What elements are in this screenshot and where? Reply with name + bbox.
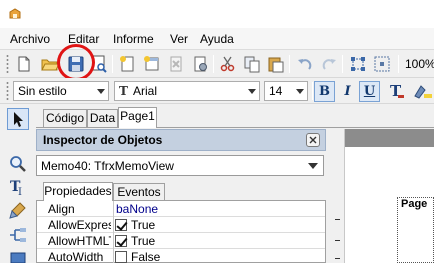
delete-page-icon[interactable] — [166, 54, 186, 74]
chevron-down-icon — [308, 163, 318, 169]
band-title: Page — [401, 198, 428, 210]
font-color-icon[interactable]: T — [387, 81, 407, 101]
menu-ayuda[interactable]: Ayuda — [200, 32, 234, 46]
close-icon — [309, 136, 317, 144]
band-tool-icon[interactable] — [8, 225, 28, 245]
app-icon — [9, 8, 21, 19]
truetype-font-icon: T — [119, 84, 128, 98]
font-size-combo[interactable]: 14 — [264, 81, 308, 101]
zoom-tool-icon[interactable] — [8, 154, 28, 174]
font-combo[interactable]: T Arial — [114, 81, 260, 101]
redo-icon[interactable] — [319, 54, 339, 74]
toolbar-separator — [289, 55, 290, 73]
cursor-arrow-icon — [14, 112, 23, 127]
menu-ver[interactable]: Ver — [170, 32, 188, 46]
inspector-header: Inspector de Objetos — [36, 129, 326, 151]
property-name: AutoWidth — [48, 250, 104, 263]
tab-propiedades[interactable]: Propiedades — [43, 182, 113, 201]
style-combo-value: Sin estilo — [18, 84, 67, 98]
style-combo[interactable]: Sin estilo — [13, 81, 109, 101]
object-selector[interactable]: Memo40: TfrxMemoView — [36, 155, 324, 176]
property-checkbox[interactable] — [115, 219, 127, 231]
chevron-down-icon — [296, 89, 304, 94]
vertical-ruler — [329, 129, 345, 263]
new-page-icon[interactable] — [117, 54, 137, 74]
tab-data[interactable]: Data — [87, 109, 118, 128]
svg-text:I: I — [18, 187, 22, 197]
property-divider — [113, 233, 114, 249]
object-tools-column: T I — [0, 104, 33, 263]
cut-icon[interactable] — [218, 54, 238, 74]
toolbar-separator — [213, 55, 214, 73]
tab-strip-border — [36, 127, 434, 128]
toolbar-separator — [112, 55, 113, 73]
new-report-icon[interactable] — [14, 54, 34, 74]
property-grid: Align baNone AllowExpressions True Allow… — [36, 200, 326, 263]
chevron-down-icon — [248, 89, 256, 94]
tab-page1[interactable]: Page1 — [118, 107, 157, 128]
toolbar-separator — [398, 55, 399, 73]
property-divider — [113, 201, 114, 217]
format-toolbar: Sin estilo T Arial 14 B I U T — [0, 78, 434, 104]
menu-informe[interactable]: Informe — [113, 32, 154, 46]
format-painter-icon[interactable] — [8, 201, 28, 221]
underline-button[interactable]: U — [359, 81, 380, 102]
object-inspector: Inspector de Objetos Memo40: TfrxMemoVie… — [36, 129, 328, 263]
tab-eventos[interactable]: Eventos — [113, 183, 165, 201]
ungroup-objects-icon[interactable] — [372, 54, 392, 74]
new-dialog-icon[interactable] — [142, 54, 162, 74]
inspector-title: Inspector de Objetos — [43, 133, 163, 147]
report-data-tool-icon[interactable] — [8, 247, 28, 263]
property-name: AllowExpressions — [48, 218, 111, 232]
text-tool-icon[interactable]: T I — [8, 177, 28, 197]
title-bar — [0, 0, 434, 28]
ruler-tick — [335, 240, 340, 241]
property-checkbox[interactable] — [115, 251, 127, 263]
menu-archivo[interactable]: Archivo — [10, 32, 50, 46]
ruler-tick — [335, 258, 340, 259]
copy-icon[interactable] — [242, 54, 262, 74]
property-value: True — [131, 234, 156, 248]
toolbar-grip[interactable] — [6, 54, 9, 74]
close-button[interactable] — [306, 133, 320, 147]
tab-codigo[interactable]: Código — [43, 109, 87, 128]
property-divider — [113, 217, 114, 233]
property-value: False — [131, 250, 161, 263]
property-divider — [113, 249, 114, 263]
property-value: True — [131, 218, 156, 232]
paste-icon[interactable] — [266, 54, 286, 74]
toolbar-separator — [342, 55, 343, 73]
property-checkbox[interactable] — [115, 235, 127, 247]
property-name: Align — [48, 202, 75, 216]
select-tool-button[interactable] — [7, 108, 29, 130]
zoom-level[interactable]: 100% — [405, 57, 434, 71]
property-row[interactable]: AllowExpressions True — [37, 217, 325, 233]
highlight-color-icon[interactable] — [412, 81, 432, 101]
chevron-down-icon — [97, 89, 105, 94]
toolbar-grip[interactable] — [6, 81, 9, 101]
undo-icon[interactable] — [295, 54, 315, 74]
toolbar-separator — [312, 82, 313, 100]
italic-button[interactable]: I — [337, 81, 358, 102]
property-value[interactable]: baNone — [116, 202, 158, 216]
object-selector-value: Memo40: TfrxMemoView — [41, 159, 174, 173]
property-name: AllowHTMLTags — [48, 234, 111, 248]
page-settings-icon[interactable] — [190, 54, 210, 74]
property-row[interactable]: AutoWidth False — [37, 249, 325, 263]
ruler-tick — [335, 219, 340, 220]
property-row[interactable]: Align baNone — [37, 201, 325, 217]
property-row[interactable]: AllowHTMLTags True — [37, 233, 325, 249]
group-objects-icon[interactable] — [348, 54, 368, 74]
highlight-circle — [57, 44, 95, 81]
font-combo-value: Arial — [133, 84, 158, 98]
bold-button[interactable]: B — [314, 81, 335, 102]
font-size-value: 14 — [269, 84, 283, 98]
